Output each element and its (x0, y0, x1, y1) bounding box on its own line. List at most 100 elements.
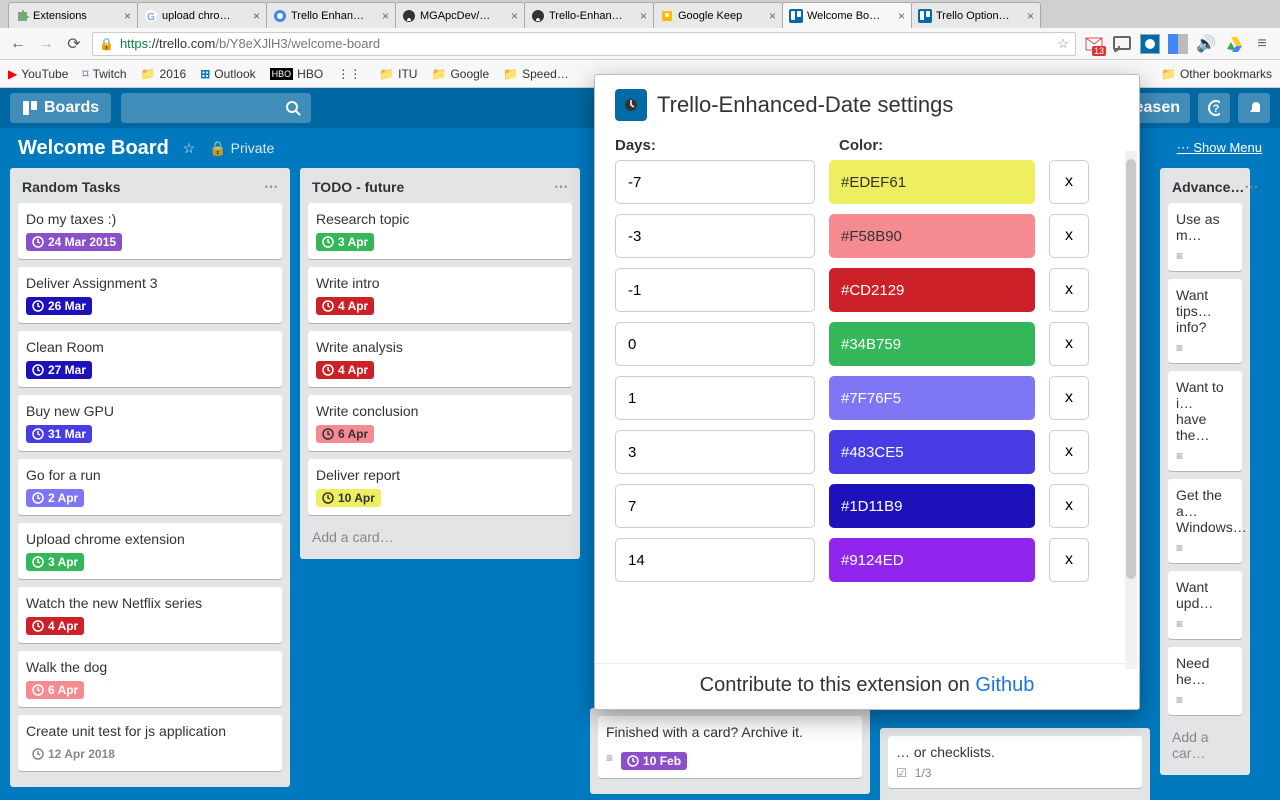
card[interactable]: Write conclusion6 Apr (308, 395, 572, 451)
card[interactable]: Deliver report10 Apr (308, 459, 572, 515)
info-button[interactable]: ? (1198, 93, 1230, 123)
url-bar[interactable]: 🔒 https://trello.com/b/Y8eXJlH3/welcome-… (92, 32, 1076, 56)
days-input[interactable] (615, 538, 815, 582)
card[interactable]: Use as m…≡ (1168, 203, 1242, 271)
add-card-button[interactable]: Add a card… (308, 523, 572, 551)
sound-icon[interactable]: 🔊 (1196, 34, 1216, 54)
tab-close-icon[interactable]: × (769, 9, 776, 23)
card[interactable]: Want upd…≡ (1168, 571, 1242, 639)
card[interactable]: Want to i…have the…≡ (1168, 371, 1242, 471)
card[interactable]: Write analysis4 Apr (308, 331, 572, 387)
add-card-button[interactable]: Add a car… (1168, 723, 1242, 767)
bookmark-item[interactable]: ⊞Outlook (200, 67, 255, 81)
delete-row-button[interactable]: x (1049, 538, 1089, 582)
days-input[interactable] (615, 214, 815, 258)
bookmark-item[interactable]: ⌑Twitch (82, 67, 126, 81)
bookmark-item[interactable]: 📁ITU (379, 67, 417, 81)
delete-row-button[interactable]: x (1049, 376, 1089, 420)
google-translate-icon[interactable] (1168, 34, 1188, 54)
card[interactable]: Upload chrome extension3 Apr (18, 523, 282, 579)
bookmark-item[interactable]: ▶YouTube (8, 67, 68, 81)
browser-tab[interactable]: Trello-Enhan…× (524, 2, 654, 28)
bookmark-item[interactable]: 📁Google (431, 67, 489, 81)
list-menu-icon[interactable]: ⋯ (1244, 178, 1258, 195)
notifications-button[interactable] (1238, 93, 1270, 123)
days-input[interactable] (615, 322, 815, 366)
boards-button[interactable]: Boards (10, 93, 111, 123)
card[interactable]: Walk the dog6 Apr (18, 651, 282, 707)
tab-close-icon[interactable]: × (382, 9, 389, 23)
card[interactable]: Clean Room27 Mar (18, 331, 282, 387)
delete-row-button[interactable]: x (1049, 160, 1089, 204)
card[interactable]: Research topic3 Apr (308, 203, 572, 259)
delete-row-button[interactable]: x (1049, 430, 1089, 474)
color-swatch[interactable]: #7F76F5 (829, 376, 1035, 420)
card[interactable]: Deliver Assignment 326 Mar (18, 267, 282, 323)
show-menu-button[interactable]: ⋯ Show Menu (1177, 140, 1262, 156)
list-title[interactable]: Random Tasks⋯ (18, 176, 282, 203)
color-swatch[interactable]: #9124ED (829, 538, 1035, 582)
delete-row-button[interactable]: x (1049, 214, 1089, 258)
card[interactable]: Get the a…Windows…≡ (1168, 479, 1242, 563)
list-title[interactable]: TODO - future⋯ (308, 176, 572, 203)
color-swatch[interactable]: #483CE5 (829, 430, 1035, 474)
forward-button[interactable]: → (36, 34, 56, 54)
tab-close-icon[interactable]: × (124, 9, 131, 23)
card[interactable]: Do my taxes :)24 Mar 2015 (18, 203, 282, 259)
card[interactable]: Finished with a card? Archive it.≡10 Feb (598, 716, 862, 778)
card[interactable]: Need he…≡ (1168, 647, 1242, 715)
browser-tab[interactable]: Trello Enhan…× (266, 2, 396, 28)
tab-close-icon[interactable]: × (511, 9, 518, 23)
star-board-button[interactable]: ☆ (183, 140, 196, 157)
delete-row-button[interactable]: x (1049, 322, 1089, 366)
privacy-button[interactable]: 🔒 Private (209, 140, 274, 157)
tab-close-icon[interactable]: × (1027, 9, 1034, 23)
tab-close-icon[interactable]: × (640, 9, 647, 23)
browser-tab[interactable]: Welcome Bo…× (782, 2, 912, 28)
color-swatch[interactable]: #EDEF61 (829, 160, 1035, 204)
days-input[interactable] (615, 376, 815, 420)
popup-scrollbar[interactable] (1125, 151, 1137, 669)
delete-row-button[interactable]: x (1049, 268, 1089, 312)
tab-close-icon[interactable]: × (253, 9, 260, 23)
tab-close-icon[interactable]: × (898, 9, 905, 23)
scrollbar-thumb[interactable] (1126, 159, 1136, 579)
days-input[interactable] (615, 268, 815, 312)
card[interactable]: Write intro4 Apr (308, 267, 572, 323)
color-swatch[interactable]: #CD2129 (829, 268, 1035, 312)
github-link[interactable]: Github (975, 674, 1034, 696)
list-menu-icon[interactable]: ⋯ (264, 178, 278, 195)
delete-row-button[interactable]: x (1049, 484, 1089, 528)
list-menu-icon[interactable]: ⋯ (554, 178, 568, 195)
card[interactable]: Go for a run2 Apr (18, 459, 282, 515)
reload-button[interactable]: ⟳ (64, 34, 84, 54)
trello-date-ext-icon[interactable] (1140, 34, 1160, 54)
gmail-icon[interactable]: 13 (1084, 34, 1104, 54)
search-input[interactable] (121, 93, 311, 123)
browser-tab[interactable]: Trello Option…× (911, 2, 1041, 28)
google-drive-icon[interactable] (1224, 34, 1244, 54)
color-swatch[interactable]: #34B759 (829, 322, 1035, 366)
chrome-menu-icon[interactable]: ≡ (1252, 34, 1272, 54)
bookmark-item[interactable]: HBOHBO (270, 67, 324, 81)
browser-tab[interactable]: Gupload chro…× (137, 2, 267, 28)
list-title[interactable]: Advance…⋯ (1168, 176, 1242, 203)
other-bookmarks[interactable]: 📁Other bookmarks (1161, 67, 1272, 81)
card[interactable]: … or checklists.☑1/3 (888, 736, 1142, 788)
card[interactable]: Want tips…info?≡ (1168, 279, 1242, 363)
bookmark-item[interactable]: ⋮⋮ (337, 67, 365, 81)
card[interactable]: Create unit test for js application12 Ap… (18, 715, 282, 771)
card[interactable]: Watch the new Netflix series4 Apr (18, 587, 282, 643)
star-icon[interactable]: ☆ (1057, 36, 1069, 52)
color-swatch[interactable]: #F58B90 (829, 214, 1035, 258)
bookmark-item[interactable]: 📁Speed… (503, 67, 569, 81)
browser-tab[interactable]: Extensions× (8, 2, 138, 28)
days-input[interactable] (615, 484, 815, 528)
bookmark-item[interactable]: 📁2016 (141, 67, 187, 81)
browser-tab[interactable]: MGApcDev/…× (395, 2, 525, 28)
color-swatch[interactable]: #1D11B9 (829, 484, 1035, 528)
days-input[interactable] (615, 430, 815, 474)
cast-icon[interactable] (1112, 34, 1132, 54)
browser-tab[interactable]: Google Keep× (653, 2, 783, 28)
card[interactable]: Buy new GPU31 Mar (18, 395, 282, 451)
